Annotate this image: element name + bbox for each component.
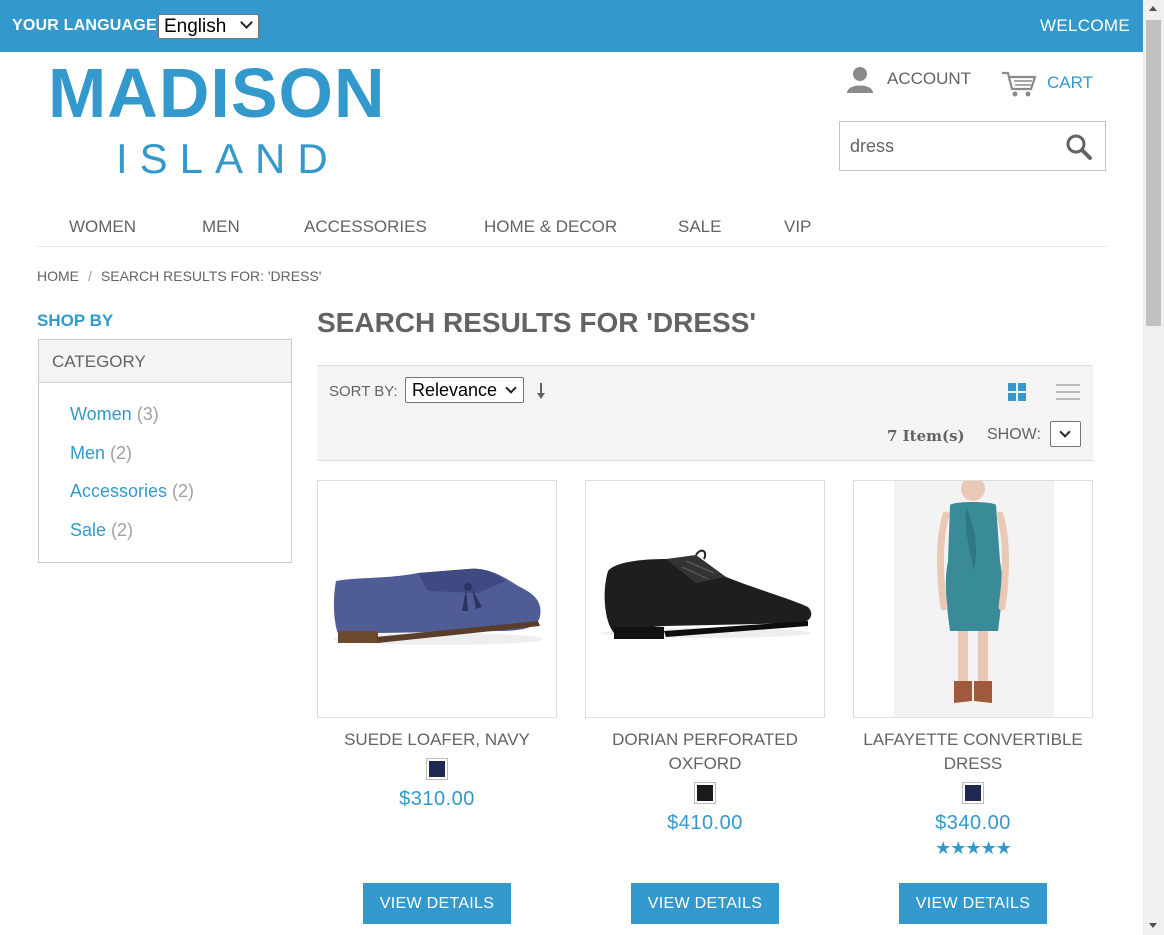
category-item-sale[interactable]: Sale (2) xyxy=(70,520,133,541)
results-toolbar: SORT BY: Relevance 7 Item(s) SHOW: xyxy=(317,365,1093,461)
cart-icon xyxy=(1002,71,1037,97)
nav-item-women[interactable]: WOMEN xyxy=(69,217,136,237)
scroll-down-arrow-icon[interactable] xyxy=(1149,923,1157,928)
chevron-down-icon xyxy=(240,16,253,29)
product-card: LAFAYETTE CONVERTIBLE DRESS $340.00 ★★★★… xyxy=(853,480,1093,857)
category-item-women[interactable]: Women (3) xyxy=(70,404,159,425)
product-name[interactable]: SUEDE LOAFER, NAVY xyxy=(317,728,557,752)
category-name[interactable]: Men xyxy=(70,443,105,463)
show-per-page-select[interactable] xyxy=(1050,421,1081,447)
scrollbar-thumb[interactable] xyxy=(1146,20,1161,326)
user-icon xyxy=(847,67,873,93)
product-card: DORIAN PERFORATED OXFORD $410.00 xyxy=(585,480,825,835)
category-item-accessories[interactable]: Accessories (2) xyxy=(70,481,194,502)
items-count: 7 Item(s) xyxy=(887,427,965,445)
list-view-icon[interactable] xyxy=(1056,382,1080,402)
top-bar: YOUR LANGUAGE: English WELCOME xyxy=(0,0,1143,52)
swatch-fill xyxy=(965,785,981,801)
category-count: (2) xyxy=(110,443,133,463)
product-image[interactable] xyxy=(853,480,1093,718)
chevron-down-icon xyxy=(505,382,517,394)
nav-item-vip[interactable]: VIP xyxy=(784,217,811,237)
breadcrumb-current: SEARCH RESULTS FOR: 'DRESS' xyxy=(100,268,322,284)
rating-stars: ★★★★★ xyxy=(935,838,1012,858)
scroll-up-arrow-icon[interactable] xyxy=(1149,6,1157,11)
account-label: ACCOUNT xyxy=(887,69,972,88)
breadcrumb-home[interactable]: HOME xyxy=(37,268,79,284)
loafer-image xyxy=(318,481,556,717)
view-details-button[interactable]: VIEW DETAILS xyxy=(363,883,511,924)
category-heading: CATEGORY xyxy=(39,340,291,383)
product-price: $310.00 xyxy=(399,788,475,810)
language-value: English xyxy=(164,16,227,37)
category-count: (3) xyxy=(136,404,159,424)
search-input[interactable]: dress xyxy=(850,136,894,157)
color-swatch[interactable] xyxy=(962,782,984,804)
color-swatch[interactable] xyxy=(694,782,716,804)
product-price: $410.00 xyxy=(667,812,743,834)
site-logo[interactable]: MADISON ISLAND xyxy=(48,58,393,183)
grid-view-icon[interactable] xyxy=(1008,383,1026,401)
welcome-link[interactable]: WELCOME xyxy=(1040,16,1130,36)
product-name[interactable]: DORIAN PERFORATED OXFORD xyxy=(585,728,825,776)
search-box[interactable]: dress xyxy=(839,121,1106,171)
breadcrumb: HOME / SEARCH RESULTS FOR: 'DRESS' xyxy=(37,268,321,284)
product-name[interactable]: LAFAYETTE CONVERTIBLE DRESS xyxy=(853,728,1093,776)
product-image[interactable] xyxy=(317,480,557,718)
language-label: YOUR LANGUAGE: xyxy=(12,17,163,34)
nav-item-men[interactable]: MEN xyxy=(202,217,240,237)
category-filter: CATEGORY Women (3) Men (2) Accessories (… xyxy=(38,339,292,563)
category-name[interactable]: Accessories xyxy=(70,481,167,501)
nav-item-accessories[interactable]: ACCESSORIES xyxy=(304,217,427,237)
nav-item-sale[interactable]: SALE xyxy=(678,217,721,237)
color-swatch[interactable] xyxy=(426,758,448,780)
product-image[interactable] xyxy=(585,480,825,718)
search-icon[interactable] xyxy=(1065,133,1093,161)
oxford-image xyxy=(586,481,824,717)
category-count: (2) xyxy=(172,481,195,501)
product-card: SUEDE LOAFER, NAVY $310.00 xyxy=(317,480,557,811)
sort-value: Relevance xyxy=(412,380,498,400)
logo-line1: MADISON xyxy=(48,54,386,132)
category-item-men[interactable]: Men (2) xyxy=(70,443,132,464)
shop-by-heading: SHOP BY xyxy=(37,311,114,330)
category-count: (2) xyxy=(111,520,134,540)
swatch-fill xyxy=(697,785,713,801)
dress-image xyxy=(854,481,1092,717)
page-scrollbar[interactable] xyxy=(1143,0,1164,935)
page-title: SEARCH RESULTS FOR 'DRESS' xyxy=(317,307,757,338)
sort-direction-arrow-icon[interactable] xyxy=(535,381,547,401)
show-label: SHOW: xyxy=(987,426,1041,443)
chevron-down-icon xyxy=(1059,426,1071,438)
view-details-button[interactable]: VIEW DETAILS xyxy=(899,883,1047,924)
cart-label: CART xyxy=(1047,73,1093,92)
nav-item-home-decor[interactable]: HOME & DECOR xyxy=(484,217,617,237)
swatch-fill xyxy=(429,761,445,777)
sort-label: SORT BY: xyxy=(329,383,398,400)
view-details-button[interactable]: VIEW DETAILS xyxy=(631,883,779,924)
logo-line2: ISLAND xyxy=(116,135,340,182)
category-name[interactable]: Women xyxy=(70,404,132,424)
category-name[interactable]: Sale xyxy=(70,520,106,540)
language-select[interactable]: English xyxy=(158,14,259,39)
breadcrumb-separator: / xyxy=(88,268,92,284)
product-price: $340.00 xyxy=(935,812,1011,834)
sort-select[interactable]: Relevance xyxy=(405,377,524,403)
main-navigation: WOMEN MEN ACCESSORIES HOME & DECOR SALE … xyxy=(37,200,1107,247)
